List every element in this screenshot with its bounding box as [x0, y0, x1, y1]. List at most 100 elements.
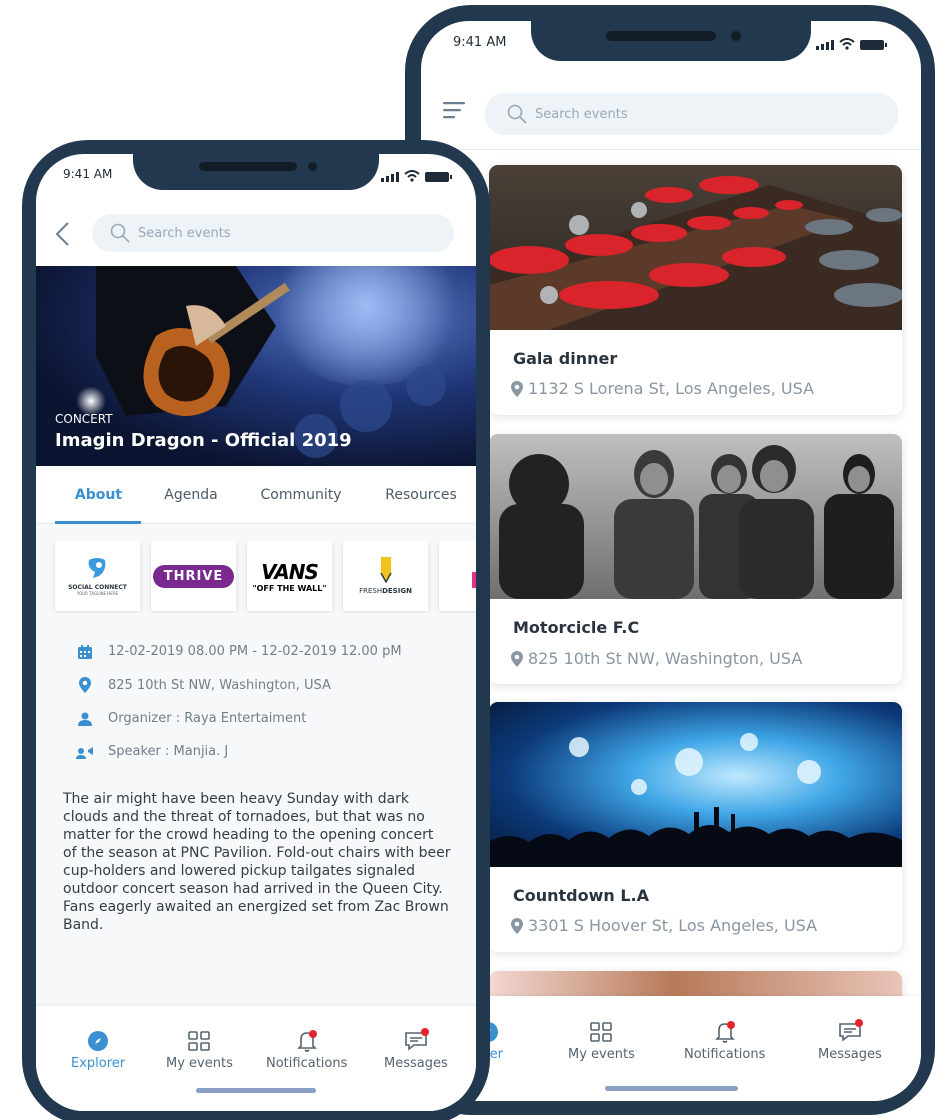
compass-icon [88, 1031, 109, 1051]
event-category: CONCERT [55, 412, 113, 426]
social-connect-logo-icon [89, 558, 106, 578]
tab-community[interactable]: Community [251, 487, 351, 503]
search-placeholder: Search events [138, 225, 231, 241]
location-pin-icon [511, 917, 523, 934]
vans-tagline: "OFF THE WALL" [252, 583, 327, 593]
bottom-nav: lorer My events Notifications Messages [421, 996, 921, 1101]
signal-icon [816, 40, 834, 50]
social-connect-name: SOCIAL CONNECT [68, 584, 127, 591]
location-pin-icon [511, 380, 523, 397]
header-divider [421, 149, 921, 150]
nav-messages-label: Messages [818, 1047, 882, 1062]
event-description: The air might have been heavy Sunday wit… [63, 791, 451, 933]
event-speaker: Speaker : Manjia. J [108, 744, 229, 759]
nav-notifications[interactable]: Notifications [266, 1030, 347, 1071]
front-phone: 9:41 AM Search events CONCERT Imagin Dra… [22, 140, 490, 1120]
event-title: Motorcicle F.C [513, 618, 640, 637]
nav-notifications[interactable]: Notifications [684, 1021, 765, 1062]
event-title: Countdown L.A [513, 886, 650, 905]
location-pin-icon [79, 677, 91, 693]
event-title: Gala dinner [513, 349, 618, 368]
fresh-design-line1: FRESH [359, 587, 383, 595]
notch [531, 21, 811, 61]
nav-explorer-label: Explorer [71, 1056, 126, 1071]
nav-my-events[interactable]: My events [166, 1030, 233, 1071]
sponsor-strip: SOCIAL CONNECT YOUR TAGLINE HERE THRIVE … [36, 541, 476, 613]
notch [133, 154, 379, 190]
social-connect-tagline: YOUR TAGLINE HERE [76, 591, 119, 596]
event-address-text: 1132 S Lorena St, Los Angeles, USA [528, 379, 815, 398]
speaker-person-icon [76, 746, 93, 759]
menu-icon[interactable] [443, 101, 465, 119]
tab-active-indicator [55, 521, 141, 524]
front-phone-screen: 9:41 AM Search events CONCERT Imagin Dra… [36, 154, 476, 1111]
motorcycle-image [489, 434, 902, 599]
grid-icon [590, 1022, 613, 1042]
event-organizer-row: Organizer : Raya Entertaiment [74, 711, 306, 726]
event-address-text: 3301 S Hoover St, Los Angeles, USA [528, 916, 818, 935]
event-title: Imagin Dragon - Official 2019 [55, 430, 352, 451]
fresh-design-line2: DESIGN [382, 587, 412, 595]
pencil-logo-icon [379, 557, 392, 584]
event-organizer: Organizer : Raya Entertaiment [108, 711, 307, 726]
event-card[interactable]: Countdown L.A 3301 S Hoover St, Los Ange… [489, 702, 902, 952]
battery-icon [425, 172, 452, 182]
nav-messages-label: Messages [384, 1056, 448, 1071]
event-card[interactable]: Gala dinner 1132 S Lorena St, Los Angele… [489, 165, 902, 415]
person-icon [78, 712, 92, 726]
status-icons [381, 170, 452, 182]
event-speaker-row: Speaker : Manjia. J [74, 744, 228, 759]
grid-icon [188, 1031, 211, 1051]
nav-explorer[interactable]: Explorer [71, 1030, 125, 1071]
back-phone-screen: 9:41 AM Search events Gala dinner 1132 S… [421, 21, 921, 1101]
battery-icon [860, 40, 887, 50]
wifi-icon [839, 38, 855, 50]
back-arrow-icon[interactable] [54, 221, 70, 247]
status-icons [816, 38, 887, 50]
event-location: 825 10th St NW, Washington, USA [108, 677, 331, 693]
sponsor-thrive[interactable]: THRIVE [151, 541, 236, 611]
event-date: 12-02-2019 08.00 PM - 12-02-2019 12.00 p… [108, 644, 402, 659]
sponsor-social-connect[interactable]: SOCIAL CONNECT YOUR TAGLINE HERE [55, 541, 140, 611]
location-pin-icon [511, 650, 523, 667]
sponsor-partial[interactable] [439, 541, 476, 611]
event-address: 3301 S Hoover St, Los Angeles, USA [511, 916, 817, 935]
wifi-icon [404, 170, 420, 182]
search-icon [507, 104, 527, 124]
nav-my-events-label: My events [166, 1056, 233, 1071]
tab-agenda[interactable]: Agenda [151, 487, 231, 503]
bars-logo-icon [471, 572, 476, 588]
status-time: 9:41 AM [63, 167, 113, 181]
event-date-row: 12-02-2019 08.00 PM - 12-02-2019 12.00 p… [74, 644, 402, 659]
home-indicator[interactable] [196, 1088, 316, 1093]
event-tabs: About Agenda Community Resources [36, 484, 476, 524]
thrive-logo: THRIVE [152, 564, 235, 588]
calendar-icon [78, 644, 92, 659]
search-input[interactable]: Search events [92, 214, 454, 252]
event-address: 1132 S Lorena St, Los Angeles, USA [511, 379, 814, 398]
signal-icon [381, 172, 399, 182]
tab-about[interactable]: About [56, 487, 141, 503]
home-indicator[interactable] [605, 1086, 738, 1091]
sponsor-fresh-design[interactable]: FRESHDESIGN [343, 541, 428, 611]
nav-my-events-label: My events [568, 1047, 635, 1062]
sponsor-vans[interactable]: VANS "OFF THE WALL" [247, 541, 332, 611]
nav-messages[interactable]: Messages [384, 1028, 448, 1071]
nav-my-events[interactable]: My events [568, 1021, 635, 1062]
nav-notifications-label: Notifications [266, 1056, 348, 1071]
search-input[interactable]: Search events [485, 93, 898, 135]
nav-messages[interactable]: Messages [818, 1019, 882, 1062]
status-time: 9:41 AM [453, 35, 507, 50]
gala-dinner-image [489, 165, 902, 330]
vans-logo: VANS [261, 559, 319, 584]
about-panel: SOCIAL CONNECT YOUR TAGLINE HERE THRIVE … [36, 526, 476, 1006]
event-address: 825 10th St NW, Washington, USA [511, 649, 802, 668]
event-hero-image: CONCERT Imagin Dragon - Official 2019 [36, 266, 476, 466]
event-location-row: 825 10th St NW, Washington, USA [74, 677, 331, 693]
nav-notifications-label: Notifications [684, 1047, 766, 1062]
tab-resources[interactable]: Resources [376, 487, 466, 503]
concert-crowd-image [489, 702, 902, 867]
event-card[interactable]: Motorcicle F.C 825 10th St NW, Washingto… [489, 434, 902, 684]
search-icon [110, 223, 130, 243]
event-address-text: 825 10th St NW, Washington, USA [528, 649, 803, 668]
